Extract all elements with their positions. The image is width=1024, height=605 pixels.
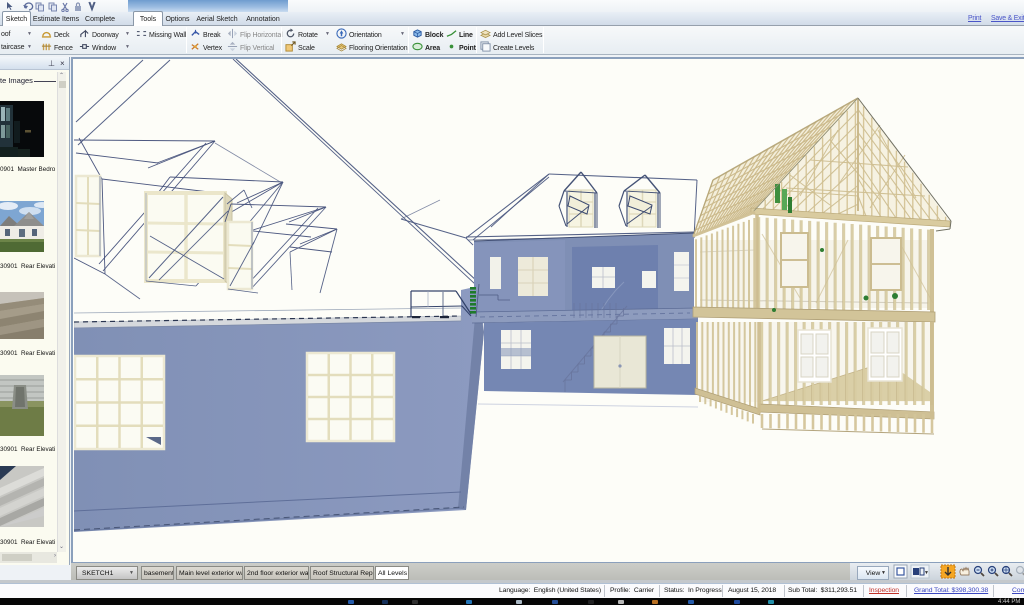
svg-text:▼: ▼: [924, 570, 929, 576]
